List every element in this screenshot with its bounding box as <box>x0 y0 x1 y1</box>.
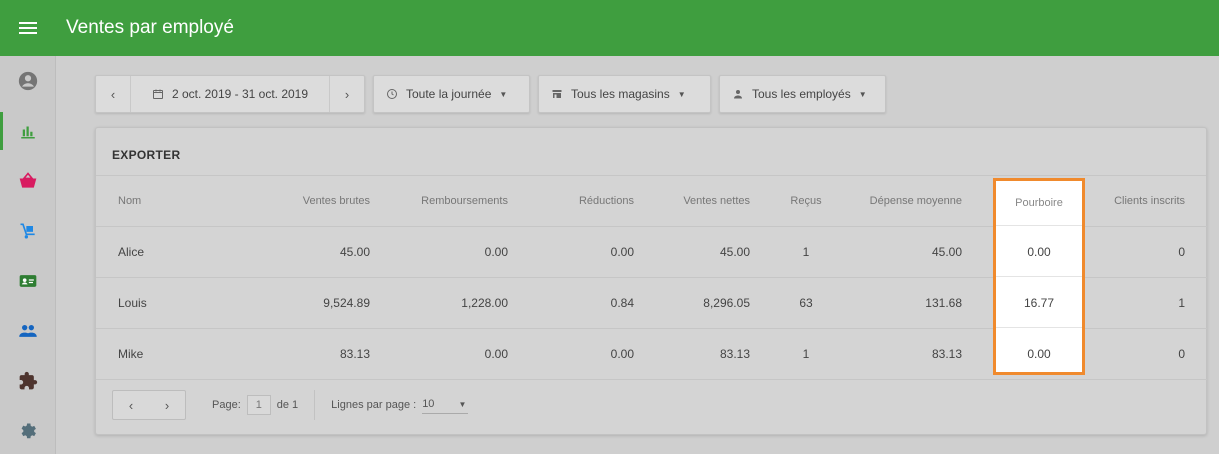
bar-chart-icon <box>21 126 35 139</box>
date-range-filter: ‹ 2 oct. 2019 - 31 oct. 2019 › <box>95 75 365 113</box>
cell-average-sale: 45.00 <box>822 226 962 278</box>
cell-receipts: 1 <box>750 226 822 278</box>
settings-icon <box>21 423 36 439</box>
date-prev-button[interactable]: ‹ <box>96 76 130 112</box>
cell-tips: 0.00 <box>996 227 1082 277</box>
store-filter-label: Tous les magasins <box>571 87 670 101</box>
page-label: Page: <box>212 399 241 411</box>
caret-down-icon: ▼ <box>677 89 686 99</box>
cell-name: Louis <box>96 277 256 329</box>
cell-net-sales: 8,296.05 <box>634 277 750 329</box>
caret-down-icon: ▼ <box>858 89 867 99</box>
rows-per-page-label: Lignes par page : <box>331 399 417 411</box>
column-header-refunds[interactable]: Remboursements <box>370 176 508 227</box>
cell-name: Alice <box>96 226 256 278</box>
column-header-gross-sales[interactable]: Ventes brutes <box>256 176 370 227</box>
caret-down-icon: ▼ <box>499 89 508 99</box>
person-icon <box>734 90 742 99</box>
cell-refunds: 1,228.00 <box>370 277 508 329</box>
column-header-net-sales[interactable]: Ventes nettes <box>634 176 750 227</box>
menu-icon[interactable] <box>0 0 56 56</box>
cell-refunds: 0.00 <box>370 328 508 380</box>
sidebar-item-account[interactable] <box>0 56 56 106</box>
sidebar-item-reports[interactable] <box>0 106 56 156</box>
employee-filter-dropdown[interactable]: Tous les employés ▼ <box>719 75 886 113</box>
page-number-input[interactable] <box>246 395 271 415</box>
pager-nav: ‹ › <box>112 390 186 420</box>
cell-average-sale: 83.13 <box>822 328 962 380</box>
cell-tips: 0.00 <box>1027 347 1051 361</box>
cell-discounts: 0.00 <box>508 226 634 278</box>
pagination: ‹ › Page: de 1 Lignes par page : 10 ▼ <box>112 390 469 420</box>
divider <box>314 390 316 420</box>
employee-filter-label: Tous les employés <box>752 87 851 101</box>
calendar-icon <box>152 89 163 99</box>
cell-tips: 16.77 <box>996 278 1082 328</box>
store-filter-dropdown[interactable]: Tous les magasins ▼ <box>538 75 711 113</box>
page-total-label: de 1 <box>276 399 299 411</box>
column-header-name[interactable]: Nom <box>96 176 256 227</box>
column-header-tips[interactable]: Pourboire <box>996 181 1082 226</box>
sidebar <box>0 56 56 454</box>
store-icon <box>552 90 562 98</box>
cell-refunds: 0.00 <box>370 226 508 278</box>
cell-net-sales: 83.13 <box>634 328 750 380</box>
cell-gross-sales: 9,524.89 <box>256 277 370 329</box>
sidebar-item-items[interactable] <box>0 156 56 206</box>
column-header-discounts[interactable]: Réductions <box>508 176 634 227</box>
column-header-customers-signed-up[interactable]: Clients inscrits <box>1094 176 1207 227</box>
puzzle-icon <box>19 371 38 390</box>
column-header-receipts[interactable]: Reçus <box>750 176 822 227</box>
tips-column-highlight: Pourboire 0.00 16.77 0.00 <box>993 178 1085 375</box>
cell-name: Mike <box>96 328 256 380</box>
cell-average-sale: 131.68 <box>822 277 962 329</box>
cell-gross-sales: 83.13 <box>256 328 370 380</box>
cell-customers-signed-up: 1 <box>1094 277 1207 329</box>
export-button[interactable]: EXPORTER <box>112 148 180 162</box>
filter-bar: ‹ 2 oct. 2019 - 31 oct. 2019 › Toute la … <box>95 75 886 113</box>
page-title: Ventes par employé <box>66 17 234 38</box>
people-icon <box>19 325 37 337</box>
date-range-label: 2 oct. 2019 - 31 oct. 2019 <box>171 87 309 101</box>
cell-discounts: 0.00 <box>508 328 634 380</box>
cell-gross-sales: 45.00 <box>256 226 370 278</box>
rows-per-page-value: 10 <box>422 398 435 410</box>
sidebar-item-inventory[interactable] <box>0 206 56 256</box>
next-page-button[interactable]: › <box>149 391 185 419</box>
prev-page-button[interactable]: ‹ <box>113 391 149 419</box>
clock-icon <box>387 89 397 99</box>
sidebar-item-integrations[interactable] <box>0 356 56 406</box>
hand-truck-icon <box>20 223 35 239</box>
sidebar-item-settings[interactable] <box>0 406 56 454</box>
date-next-button[interactable]: › <box>330 76 364 112</box>
cell-customers-signed-up: 0 <box>1094 226 1207 278</box>
caret-down-icon: ▼ <box>458 399 467 409</box>
date-range-picker[interactable]: 2 oct. 2019 - 31 oct. 2019 <box>130 76 330 112</box>
account-circle-icon <box>18 71 38 91</box>
cell-discounts: 0.84 <box>508 277 634 329</box>
cell-receipts: 63 <box>750 277 822 329</box>
cell-net-sales: 45.00 <box>634 226 750 278</box>
cell-receipts: 1 <box>750 328 822 380</box>
cell-customers-signed-up: 0 <box>1094 328 1207 380</box>
app-bar: Ventes par employé <box>0 0 1219 56</box>
time-filter-label: Toute la journée <box>406 87 492 101</box>
id-card-icon <box>19 275 37 287</box>
column-header-average-sale[interactable]: Dépense moyenne <box>822 176 962 227</box>
basket-icon <box>19 172 37 188</box>
rows-per-page-select[interactable]: 10 ▼ <box>422 396 469 414</box>
sidebar-item-customers[interactable] <box>0 256 56 306</box>
time-filter-dropdown[interactable]: Toute la journée ▼ <box>373 75 530 113</box>
sidebar-item-employees[interactable] <box>0 306 56 356</box>
